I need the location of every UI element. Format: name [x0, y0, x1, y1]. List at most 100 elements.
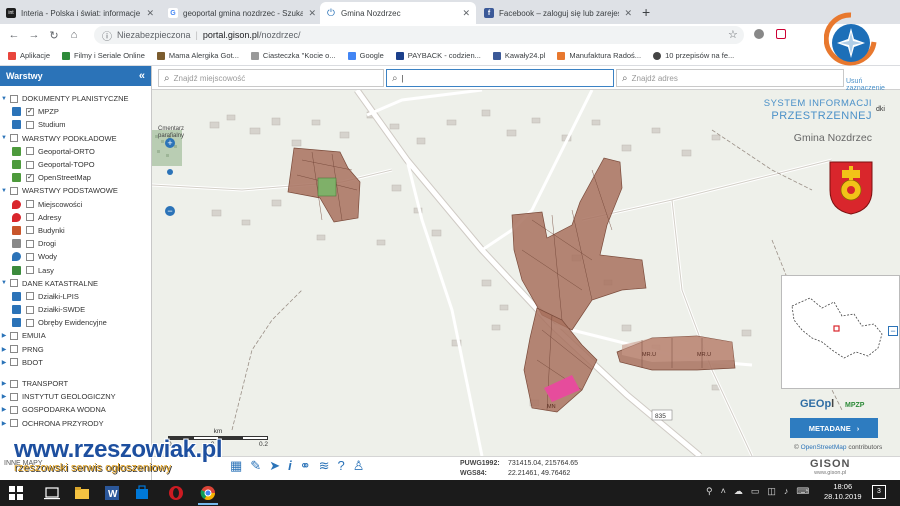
layer-checkbox[interactable] — [26, 252, 34, 261]
layer-checkbox[interactable]: ✓ — [26, 107, 34, 116]
layer-checkbox[interactable] — [26, 147, 34, 156]
new-tab-button[interactable]: + — [642, 4, 650, 20]
caret-right-icon[interactable]: ▶ — [0, 420, 8, 427]
collapse-panel-button[interactable]: « — [139, 70, 145, 82]
layer-group-collapsed[interactable]: ▶ OCHRONA PRZYRODY — [0, 417, 151, 430]
tab-facebook[interactable]: f Facebook – zaloguj się lub zarejestruj… — [478, 2, 638, 24]
layer-item[interactable]: Budynki — [0, 224, 151, 237]
layer-checkbox[interactable] — [26, 239, 34, 248]
group-checkbox[interactable] — [10, 331, 18, 340]
caret-down-icon[interactable]: ▼ — [0, 280, 8, 286]
layer-item[interactable]: ✓ MPZP — [0, 105, 151, 118]
overview-toggle-button[interactable]: − — [888, 326, 898, 336]
layer-item[interactable]: Wody — [0, 250, 151, 263]
layer-item[interactable]: Działki-SWDE — [0, 303, 151, 316]
layer-item[interactable]: Drogi — [0, 237, 151, 250]
layer-item[interactable]: ✓ OpenStreetMap — [0, 171, 151, 184]
group-checkbox[interactable] — [10, 279, 18, 288]
bookmark-mama-alergika[interactable]: Mama Alergika Got... — [156, 51, 239, 60]
zoom-in-button[interactable]: + — [165, 138, 175, 148]
close-icon[interactable]: ✕ — [462, 8, 470, 19]
people-icon[interactable]: ⚲ — [706, 486, 713, 497]
caret-down-icon[interactable]: ▼ — [0, 188, 8, 194]
back-arrow-icon[interactable]: ← — [4, 29, 24, 41]
extension-shield-icon[interactable] — [776, 29, 786, 39]
reload-icon[interactable]: ↻ — [44, 29, 64, 42]
star-icon[interactable]: ☆ — [728, 28, 738, 41]
layer-checkbox[interactable] — [26, 266, 34, 275]
notification-center-button[interactable]: 3 — [872, 485, 886, 499]
group-checkbox[interactable] — [10, 358, 18, 367]
info-tool-icon[interactable]: i — [288, 458, 292, 474]
layer-group[interactable]: ▼ WARSTWY PODSTAWOWE — [0, 184, 151, 197]
layer-item[interactable]: Miejscowości — [0, 198, 151, 211]
bookmark-payback[interactable]: PAYBACK - codzien... — [395, 51, 481, 60]
group-checkbox[interactable] — [10, 134, 18, 143]
cloud-icon[interactable]: ☁ — [734, 486, 743, 497]
chevron-up-icon[interactable]: ˄ — [721, 486, 726, 497]
caret-right-icon[interactable]: ▶ — [0, 406, 8, 413]
caret-down-icon[interactable]: ▼ — [0, 135, 8, 141]
layer-checkbox[interactable] — [26, 120, 34, 129]
metadata-button[interactable]: METADANE › — [790, 418, 878, 438]
file-explorer-icon[interactable] — [74, 485, 90, 501]
layer-group-collapsed[interactable]: ▶ PRNG — [0, 343, 151, 356]
overview-map[interactable] — [781, 275, 900, 389]
opera-icon[interactable] — [168, 485, 184, 501]
link-icon[interactable]: ⚭ — [300, 458, 311, 474]
zoom-out-button[interactable]: − — [165, 206, 175, 216]
word-icon[interactable]: W — [104, 485, 120, 501]
locality-search-input[interactable]: ⌕ Znajdź miejscowość — [158, 69, 384, 87]
osm-link[interactable]: OpenStreetMap — [801, 444, 847, 451]
layer-item[interactable]: Geoportal-ORTO — [0, 145, 151, 158]
caret-right-icon[interactable]: ▶ — [0, 359, 8, 366]
layer-checkbox[interactable] — [26, 318, 34, 327]
select-icon[interactable]: ➤ — [269, 458, 280, 474]
group-checkbox[interactable] — [10, 379, 18, 388]
caret-right-icon[interactable]: ▶ — [0, 393, 8, 400]
address-bar[interactable]: ⓘ Niezabezpieczona | portal.gison.pl/noz… — [94, 26, 744, 44]
layer-item[interactable]: Obręby Ewidencyjne — [0, 316, 151, 329]
layer-checkbox[interactable] — [26, 226, 34, 235]
volume-icon[interactable]: ♪ — [784, 486, 789, 497]
bookmark-kawaly[interactable]: Kawały24.pl — [492, 51, 545, 60]
main-search-input[interactable]: ⌕ | — [386, 69, 614, 87]
layer-item[interactable]: Geoportal-TOPO — [0, 158, 151, 171]
layer-group-collapsed[interactable]: ▶ EMUIA — [0, 329, 151, 342]
person-icon[interactable]: ♙ — [353, 458, 365, 474]
bookmark-google[interactable]: Google — [347, 51, 384, 60]
layer-checkbox[interactable]: ✓ — [26, 173, 34, 182]
layer-group[interactable]: ▼ DANE KATASTRALNE — [0, 277, 151, 290]
network-icon[interactable]: ◫ — [767, 486, 776, 497]
group-checkbox[interactable] — [10, 94, 18, 103]
forward-arrow-icon[interactable]: → — [24, 29, 44, 41]
group-checkbox[interactable] — [10, 419, 18, 428]
bookmark-apps[interactable]: Aplikacje — [8, 51, 50, 60]
info-icon[interactable]: ⓘ — [102, 28, 112, 43]
extension-icon[interactable] — [754, 29, 764, 39]
layer-group-collapsed[interactable]: ▶ TRANSPORT — [0, 377, 151, 390]
layer-group[interactable]: ▼ DOKUMENTY PLANISTYCZNE — [0, 92, 151, 105]
group-checkbox[interactable] — [10, 405, 18, 414]
layer-checkbox[interactable] — [26, 292, 34, 301]
group-checkbox[interactable] — [10, 186, 18, 195]
chrome-icon[interactable] — [200, 485, 216, 501]
layer-group-collapsed[interactable]: ▶ GOSPODARKA WODNA — [0, 403, 151, 416]
tab-gmina-nozdrzec[interactable]: ⏻ Gmina Nozdrzec ✕ — [320, 2, 476, 24]
tab-interia[interactable]: int Interia - Polska i świat: informacje… — [0, 2, 160, 24]
clear-selection-link[interactable]: Usuń zaznaczenie — [846, 78, 900, 92]
draw-icon[interactable]: ✎ — [250, 458, 261, 474]
layer-checkbox[interactable] — [26, 160, 34, 169]
caret-right-icon[interactable]: ▶ — [0, 346, 8, 353]
tab-google-search[interactable]: G geoportal gmina nozdrzec - Szukaj ✕ — [162, 2, 322, 24]
bookmark-filmy[interactable]: Filmy i Seriale Online — [62, 51, 145, 60]
caret-down-icon[interactable]: ▼ — [0, 96, 8, 102]
keyboard-icon[interactable]: ⌨ — [796, 486, 809, 497]
close-icon[interactable]: ✕ — [308, 8, 316, 19]
layer-checkbox[interactable] — [26, 200, 34, 209]
battery-icon[interactable]: ▭ — [751, 486, 760, 497]
close-icon[interactable]: ✕ — [624, 8, 632, 19]
layer-group[interactable]: ▼ WARSTWY PODKŁADOWE — [0, 132, 151, 145]
caret-right-icon[interactable]: ▶ — [0, 332, 8, 339]
bookmark-przepisy[interactable]: 10 przepisów na fe... — [653, 51, 734, 60]
